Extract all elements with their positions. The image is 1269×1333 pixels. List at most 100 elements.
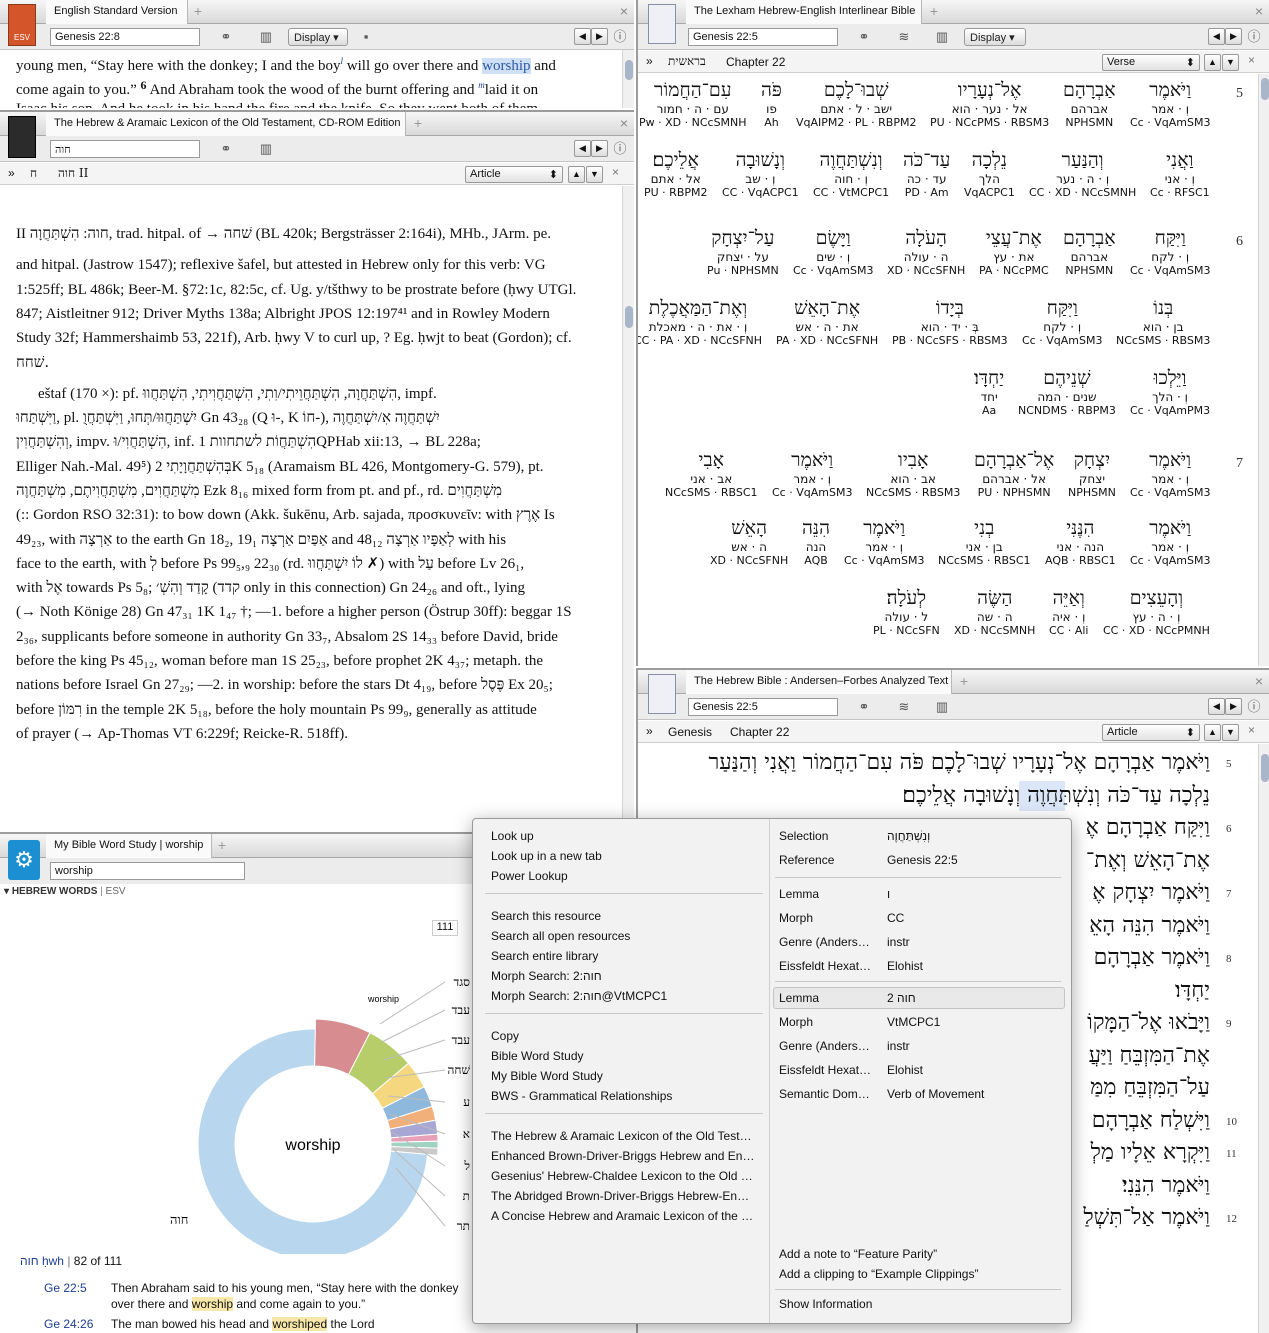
interlinear-word[interactable]: וַיֹּאמֶר וְ · אמר Cc · VqAmSM3 <box>772 448 852 500</box>
interlinear-word[interactable]: וְאֶת־הַמַּאֲכֶלֶת וְ · את · ה · מאכלת CC … <box>638 296 762 348</box>
menu-item[interactable]: Bible Word Study <box>491 1049 584 1063</box>
interlinear-word[interactable]: הִנֵּה הנה AQB <box>802 516 830 568</box>
info-icon[interactable]: ⓘ <box>1246 29 1262 45</box>
menu-item[interactable]: Enhanced Brown-Driver-Briggs Hebrew and … <box>491 1149 754 1163</box>
ref-link[interactable]: Ge 24:26 <box>44 1316 93 1332</box>
interlinear-word[interactable]: לְעֹלָה׃ ל · עולה PL · NCcSFN <box>873 586 940 638</box>
lhi-tab[interactable]: The Lexham Hebrew-English Interlinear Bi… <box>686 0 922 24</box>
interlinear-word[interactable]: שְׁנֵיהֶם שנים · המה NCNDMS · RBPM3 <box>1018 366 1116 418</box>
interlinear-word[interactable]: וַאֲנִי וְ · אני Cc · RFSC1 <box>1150 148 1210 200</box>
hebrew-line[interactable]: וַיֹּאמֶר יִצְחָק אֶ <box>1092 878 1210 908</box>
next-verse-button[interactable]: ▼ <box>1222 724 1239 741</box>
interlinear-word[interactable]: אָבִיו אב · הוא NCcSMS · RBSM3 <box>866 448 960 500</box>
scrollbar[interactable] <box>1258 744 1269 1333</box>
panel-layout-icon[interactable]: ▥ <box>258 29 274 45</box>
parallel-resources-icon[interactable]: ⚭ <box>218 141 234 157</box>
prev-verse-button[interactable]: ▲ <box>1204 54 1221 71</box>
close-icon[interactable]: × <box>620 3 628 19</box>
interlinear-word[interactable]: אַבְרָהָם אברהם NPHSMN <box>1063 226 1116 278</box>
display-button[interactable]: Display ▾ <box>288 28 348 46</box>
menu-item[interactable]: My Bible Word Study <box>491 1069 603 1083</box>
interlinear-word[interactable]: וַיֹּאמֶר וְ · אמר Cc · VqAmSM3 <box>1130 516 1210 568</box>
breadcrumb-entry[interactable]: חוה II <box>58 166 88 181</box>
add-note-item[interactable]: Add a note to “Feature Parity” <box>779 1247 937 1261</box>
interlinear-word[interactable]: וַיִּקַּח וְ · לקח Cc · VqAmSM3 <box>1130 226 1210 278</box>
slice-label[interactable]: עבד <box>452 1003 471 1017</box>
hebrew-line[interactable]: עַל־הַמִּזְבֵּחַ מִמַּ <box>1090 1073 1210 1103</box>
breadcrumb-book[interactable]: Genesis <box>668 725 712 739</box>
interlinear-word[interactable]: פֹּה פו Ah <box>761 78 782 130</box>
interlinear-word[interactable]: וַיֵּלְכוּ וְ · הלך Cc · VqAmPM3 <box>1130 366 1210 418</box>
breadcrumb-chapter[interactable]: Chapter 22 <box>726 55 785 69</box>
interlinear-word[interactable]: אַבְרָהָם אברהם NPHSMN <box>1063 78 1116 130</box>
menu-item[interactable]: The Abridged Brown-Driver-Briggs Hebrew-… <box>491 1189 749 1203</box>
hebrew-line[interactable]: וַיֹּאמֶר הִנֵּנִי׃ <box>1122 1171 1210 1201</box>
menu-item[interactable]: Morph Search: 2:חוה <box>491 969 602 983</box>
menu-item[interactable]: Copy <box>491 1029 519 1043</box>
slice-label[interactable]: א <box>463 1127 470 1141</box>
visual-filter-icon[interactable]: ≋ <box>896 699 912 715</box>
info-icon[interactable]: ⓘ <box>1246 699 1262 715</box>
interlinear-word[interactable]: הָעֹלָה ה · עולה XD · NCcSFNH <box>887 226 965 278</box>
menu-item[interactable]: Morph Search: 2:חוה@VtMCPC1 <box>491 989 667 1003</box>
close-icon[interactable]: × <box>1248 723 1255 737</box>
lemma-link[interactable]: חוה ḥwh <box>20 1254 64 1268</box>
display-button[interactable]: Display ▾ <box>964 28 1026 46</box>
interlinear-word[interactable]: יִצְחָק יצחק NPHSMN <box>1068 448 1116 500</box>
menu-item[interactable]: The Hebrew & Aramaic Lexicon of the Old … <box>491 1129 752 1143</box>
hebrew-line[interactable]: אֶת־הַמִּזְבֵּחַ וַיַּעֲ <box>1089 1041 1210 1071</box>
interlinear-word[interactable]: וַיָּשֶׂם וְ · שים Cc · VqAmSM3 <box>793 226 873 278</box>
prev-article-button[interactable]: ▲ <box>568 166 585 183</box>
interlinear-word[interactable]: הַשֶּׂה ה · שה XD · NCcSMNH <box>954 586 1035 638</box>
hebrew-line[interactable]: וַיִּקְרָא אֵלָיו מַלְ <box>1091 1138 1210 1168</box>
chevron-right-icon[interactable]: » <box>646 54 653 68</box>
back-button[interactable]: ◀ <box>574 140 591 157</box>
interlinear-word[interactable]: יַחְדָּו׃ יחד Aa <box>974 366 1004 418</box>
close-icon[interactable]: × <box>620 115 628 131</box>
hebrew-line[interactable]: נֵלְכָה עַד־כֹּה וְנִשְׁתַּחֲוֶה וְנָשׁו… <box>902 780 1210 811</box>
close-icon[interactable]: × <box>1248 53 1255 67</box>
breadcrumb-book[interactable]: בראשית <box>668 54 706 69</box>
scrollbar[interactable] <box>622 186 634 832</box>
slice-label[interactable]: ע <box>463 1095 470 1109</box>
menu-item[interactable]: Search entire library <box>491 949 598 963</box>
back-button[interactable]: ◀ <box>1208 28 1225 45</box>
hebrew-line[interactable]: יַחְדָּו׃ <box>1175 976 1210 1006</box>
prev-verse-button[interactable]: ▲ <box>1204 724 1221 741</box>
esv-tab[interactable]: English Standard Version <box>46 0 188 24</box>
hebrew-line[interactable]: וַיִּקַּח אַבְרָהָם אֶ <box>1086 813 1210 843</box>
reference-input[interactable]: Genesis 22:8 <box>50 28 200 46</box>
interlinear-word[interactable]: וַיֹּאמֶר וְ · אמר Cc · VqAmSM3 <box>844 516 924 568</box>
add-tab-icon[interactable]: + <box>190 3 206 19</box>
menu-item[interactable]: Search all open resources <box>491 929 630 943</box>
interlinear-word[interactable]: אֶת־עֲצֵי את · עץ PA · NCcPMC <box>979 226 1049 278</box>
note-icon[interactable]: ▪ <box>358 29 374 45</box>
chevron-right-icon[interactable]: » <box>646 724 653 738</box>
add-clipping-item[interactable]: Add a clipping to “Example Clippings” <box>779 1267 978 1281</box>
lexicon-search-input[interactable]: חוה <box>50 140 200 158</box>
interlinear-word[interactable]: וְאַיֵּה וְ · איה CC · Ali <box>1049 586 1089 638</box>
interlinear-word[interactable]: וַיִּקַּח וְ · לקח Cc · VqAmSM3 <box>1022 296 1102 348</box>
interlinear-word[interactable]: וְנִשְׁתַּחֲוֶה וְ · חוה CC · VtMCPC1 <box>813 148 889 200</box>
back-button[interactable]: ◀ <box>574 28 591 45</box>
menu-item[interactable]: Power Lookup <box>491 869 568 883</box>
interlinear-word[interactable]: אָבִי אב · אני NCcSMS · RBSC1 <box>665 448 758 500</box>
interlinear-word[interactable]: שְׁבוּ־לָכֶם ישב · ל · אתם VqAIPM2 · PL · … <box>796 78 916 130</box>
hebrew-line[interactable]: וַיָּבֹאוּ אֶל־הַמָּקוֹ <box>1087 1008 1210 1038</box>
halot-tab[interactable]: The Hebrew & Aramaic Lexicon of the Old … <box>46 112 406 136</box>
menu-item[interactable]: Look up <box>491 829 534 843</box>
add-tab-icon[interactable]: + <box>956 673 972 689</box>
interlinear-word[interactable]: וְנָשׁוּבָה וְ · שב CC · VqACPC1 <box>722 148 799 200</box>
breadcrumb-chapter[interactable]: Chapter 22 <box>730 725 789 739</box>
slice-label[interactable]: שׁחה <box>448 1063 471 1077</box>
parallel-resources-icon[interactable]: ⚭ <box>856 699 872 715</box>
ws-tab[interactable]: My Bible Word Study | worship <box>46 834 212 858</box>
interlinear-word[interactable]: אֶת־הָאֵשׁ את · ה · אש PA · XD · NCcSFNH <box>776 296 878 348</box>
show-information-item[interactable]: Show Information <box>779 1297 872 1311</box>
interlinear-word[interactable]: נֵלְכָה הלך VqACPC1 <box>964 148 1015 200</box>
scrollbar[interactable] <box>622 50 634 108</box>
scrollbar[interactable] <box>1258 74 1269 666</box>
interlinear-word[interactable]: בְנִי בן · אני NCcSMS · RBSC1 <box>938 516 1031 568</box>
panel-layout-icon[interactable]: ▥ <box>258 141 274 157</box>
hebrew-line[interactable]: אֶת־הָאֵשׁ וְאֶת־ <box>1086 846 1210 876</box>
